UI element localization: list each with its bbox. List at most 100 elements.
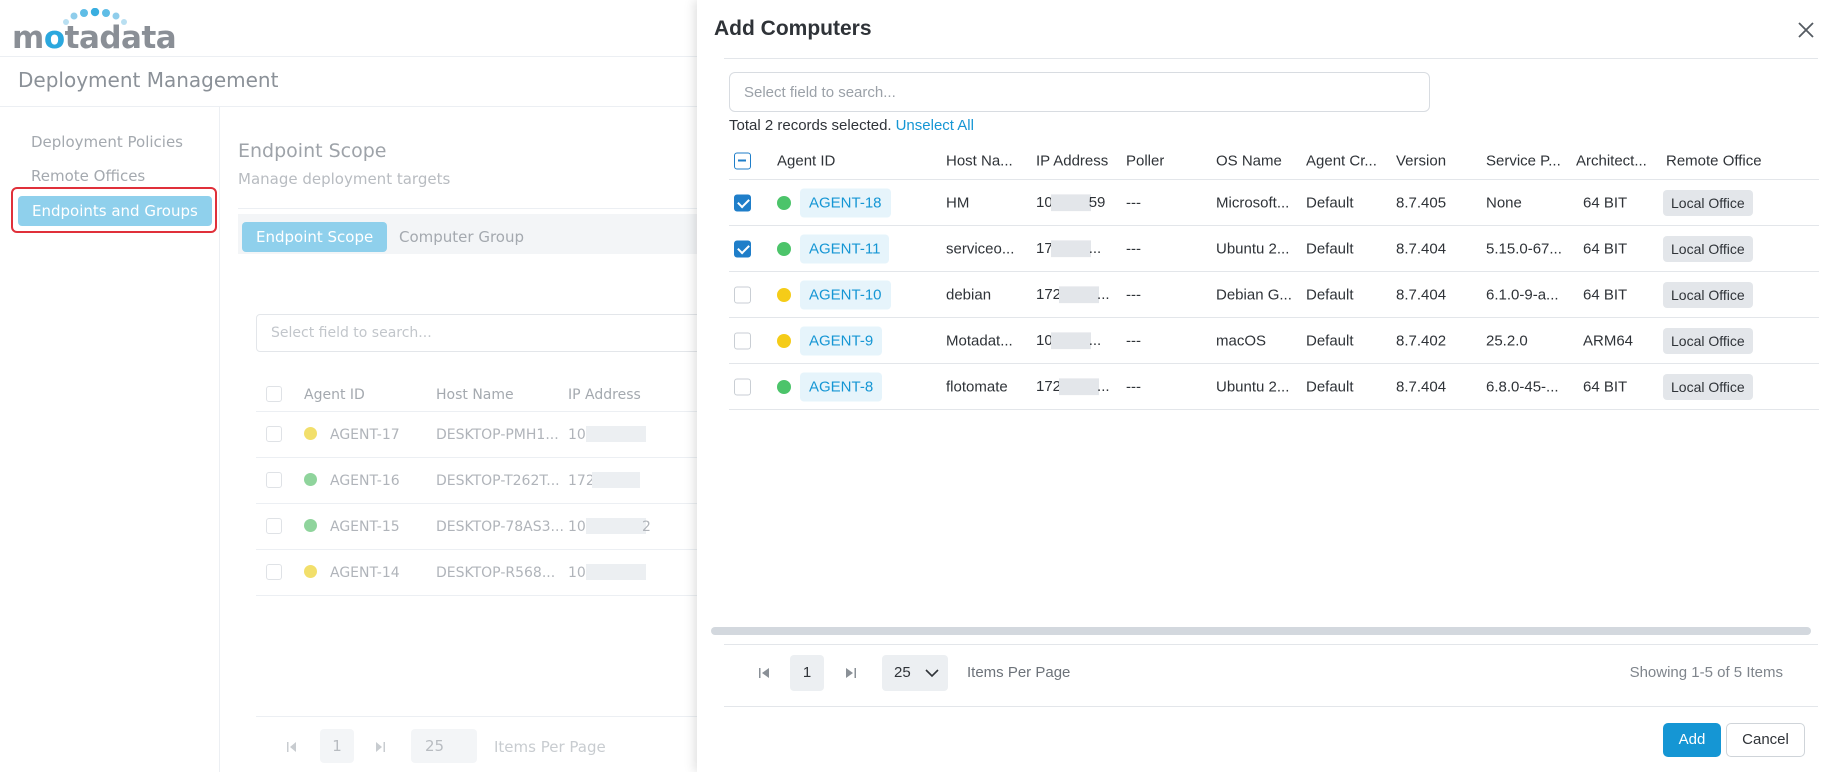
page-number[interactable]: 1 bbox=[790, 655, 824, 691]
architecture: 64 BIT bbox=[1583, 378, 1628, 395]
close-icon[interactable] bbox=[1794, 18, 1818, 42]
nav-item-deployment-policies[interactable]: Deployment Policies bbox=[31, 133, 183, 151]
agent-id-link[interactable]: AGENT-8 bbox=[800, 372, 883, 401]
status-dot bbox=[777, 333, 791, 348]
last-page-icon[interactable] bbox=[374, 740, 386, 754]
column-header-remote-office[interactable]: Remote Office bbox=[1666, 152, 1762, 169]
column-header: IP Address bbox=[568, 387, 641, 403]
agent-creator: Default bbox=[1306, 286, 1354, 303]
table-row[interactable]: AGENT-11 serviceo... 17... --- Ubuntu 2.… bbox=[729, 226, 1819, 272]
column-header-os-name[interactable]: OS Name bbox=[1216, 152, 1282, 169]
ip-address: 10 bbox=[568, 427, 586, 443]
row-checkbox[interactable] bbox=[734, 378, 751, 395]
first-page-icon[interactable] bbox=[757, 664, 771, 682]
host-name: DESKTOP-PMH1... bbox=[436, 427, 559, 443]
page-number[interactable]: 1 bbox=[320, 729, 354, 763]
column-header: Agent ID bbox=[304, 387, 365, 403]
ip-address: 10... bbox=[1036, 331, 1102, 350]
column-header-service-pack[interactable]: Service P... bbox=[1486, 152, 1561, 169]
tab-computer-group[interactable]: Computer Group bbox=[399, 228, 524, 246]
version: 8.7.402 bbox=[1396, 332, 1447, 349]
unselect-all-link[interactable]: Unselect All bbox=[896, 117, 974, 134]
poller: --- bbox=[1126, 332, 1141, 349]
row-checkbox[interactable] bbox=[266, 564, 282, 580]
table-row[interactable]: AGENT-8 flotomate 172... --- Ubuntu 2...… bbox=[729, 364, 1819, 410]
remote-office-badge: Local Office bbox=[1663, 327, 1753, 354]
agent-id: AGENT-17 bbox=[330, 427, 400, 443]
table-row[interactable]: AGENT-9 Motadat... 10... --- macOS Defau… bbox=[729, 318, 1819, 364]
items-per-page-label: Items Per Page bbox=[967, 664, 1071, 681]
agent-id: AGENT-15 bbox=[330, 519, 400, 535]
version: 8.7.404 bbox=[1396, 240, 1447, 257]
poller: --- bbox=[1126, 240, 1141, 257]
table-row[interactable]: AGENT-10 debian 172... --- Debian G... D… bbox=[729, 272, 1819, 318]
agent-id-link[interactable]: AGENT-9 bbox=[800, 326, 883, 355]
row-checkbox[interactable] bbox=[734, 194, 751, 211]
agent-id-link[interactable]: AGENT-18 bbox=[800, 188, 891, 217]
row-checkbox[interactable] bbox=[266, 426, 282, 442]
version: 8.7.404 bbox=[1396, 378, 1447, 395]
row-checkbox[interactable] bbox=[266, 472, 282, 488]
motadata-logo: motadata bbox=[12, 6, 177, 56]
column-header-version[interactable]: Version bbox=[1396, 152, 1446, 169]
page-title: Deployment Management bbox=[18, 68, 279, 92]
showing-items-text: Showing 1-5 of 5 Items bbox=[1629, 664, 1783, 681]
ip-address: 10 59 bbox=[1036, 193, 1106, 212]
column-header-ip-address[interactable]: IP Address bbox=[1036, 152, 1108, 169]
add-button[interactable]: Add bbox=[1663, 723, 1721, 757]
status-dot bbox=[304, 519, 317, 532]
column-header-host-name[interactable]: Host Na... bbox=[946, 152, 1013, 169]
table-header: Agent ID Host Na... IP Address Poller OS… bbox=[729, 142, 1819, 180]
last-page-icon[interactable] bbox=[844, 664, 858, 682]
status-dot bbox=[777, 287, 791, 302]
per-page-select[interactable]: 25 bbox=[882, 655, 948, 691]
highlight-box bbox=[11, 187, 217, 233]
column-header-architecture[interactable]: Architect... bbox=[1576, 152, 1647, 169]
select-all-checkbox[interactable] bbox=[266, 386, 282, 402]
agent-id-link[interactable]: AGENT-11 bbox=[800, 234, 890, 263]
host-name: HM bbox=[946, 194, 970, 211]
os-name: macOS bbox=[1216, 332, 1267, 349]
poller: --- bbox=[1126, 378, 1141, 395]
version: 8.7.404 bbox=[1396, 286, 1447, 303]
host-name: Motadat... bbox=[946, 332, 1013, 349]
service-pack: 25.2.0 bbox=[1486, 332, 1528, 349]
nav-item-remote-offices[interactable]: Remote Offices bbox=[31, 167, 145, 185]
tab-endpoint-scope[interactable]: Endpoint Scope bbox=[242, 222, 388, 252]
column-header-agent-creator[interactable]: Agent Cr... bbox=[1306, 152, 1377, 169]
cancel-button[interactable]: Cancel bbox=[1726, 723, 1805, 757]
agent-creator: Default bbox=[1306, 378, 1354, 395]
service-pack: 6.1.0-9-a... bbox=[1486, 286, 1559, 303]
table-row[interactable]: AGENT-18 HM 10 59 --- Microsoft... Defaul… bbox=[729, 180, 1819, 226]
status-dot bbox=[304, 565, 317, 578]
select-all-checkbox[interactable] bbox=[734, 152, 751, 169]
host-name: flotomate bbox=[946, 378, 1008, 395]
row-checkbox[interactable] bbox=[734, 240, 751, 257]
agent-creator: Default bbox=[1306, 194, 1354, 211]
agent-creator: Default bbox=[1306, 240, 1354, 257]
architecture: ARM64 bbox=[1583, 332, 1634, 349]
add-computers-drawer: Add Computers Select field to search... … bbox=[697, 0, 1832, 772]
ip-address: 172 bbox=[568, 473, 595, 489]
row-checkbox[interactable] bbox=[734, 286, 751, 303]
column-header-agent-id[interactable]: Agent ID bbox=[777, 152, 835, 169]
agent-id-link[interactable]: AGENT-10 bbox=[800, 280, 891, 309]
ip-address: 172... bbox=[1036, 285, 1110, 304]
logo-text: motadata bbox=[12, 20, 177, 56]
host-name: serviceo... bbox=[946, 240, 1015, 257]
column-header-poller[interactable]: Poller bbox=[1126, 152, 1164, 169]
remote-office-badge: Local Office bbox=[1663, 373, 1753, 400]
ip-suffix: 2 bbox=[642, 519, 651, 535]
host-name: debian bbox=[946, 286, 992, 303]
architecture: 64 BIT bbox=[1583, 240, 1628, 257]
items-per-page-label: Items Per Page bbox=[494, 738, 606, 756]
horizontal-scrollbar[interactable] bbox=[711, 627, 1811, 635]
per-page-select[interactable]: 25 bbox=[411, 729, 477, 763]
service-pack: 6.8.0-45-... bbox=[1486, 378, 1559, 395]
status-dot bbox=[304, 427, 317, 440]
architecture: 64 BIT bbox=[1583, 286, 1628, 303]
row-checkbox[interactable] bbox=[266, 518, 282, 534]
first-page-icon[interactable] bbox=[286, 740, 298, 754]
row-checkbox[interactable] bbox=[734, 332, 751, 349]
search-input[interactable]: Select field to search... bbox=[729, 72, 1430, 112]
